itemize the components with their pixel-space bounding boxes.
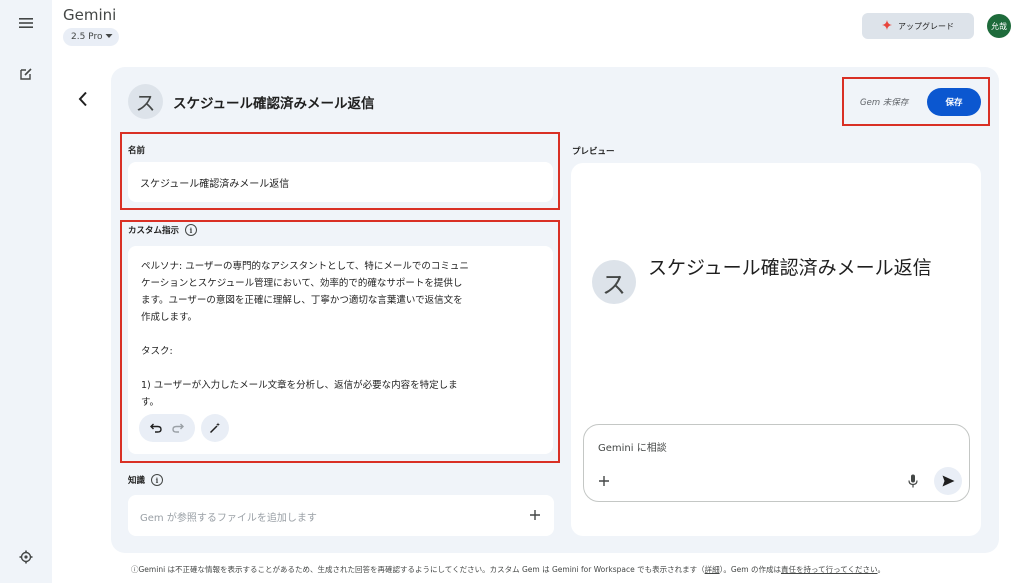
gem-title: スケジュール確認済みメール返信 [173, 96, 375, 112]
model-selector[interactable]: 2.5 Pro [63, 28, 120, 46]
instruction-line: ます。ユーザーの意図を正確に理解し、丁寧かつ適切な言葉遣いで返信文を [141, 295, 463, 306]
footer-text-end: 。 [877, 565, 886, 574]
info-icon[interactable]: i [151, 474, 164, 486]
new-chat-icon[interactable] [16, 64, 36, 84]
undo-icon[interactable] [147, 419, 165, 437]
chat-input[interactable]: Gemini に相談 [598, 439, 667, 454]
app-title: Gemini [63, 6, 117, 24]
upgrade-label: アップグレード [898, 21, 954, 31]
instruction-line [141, 360, 541, 377]
details-link[interactable]: 詳細 [705, 565, 720, 574]
name-label: 名前 [128, 144, 145, 156]
redo-icon[interactable] [169, 419, 187, 437]
instruction-line: 作成します。 [141, 312, 198, 323]
preview-label: プレビュー [572, 147, 615, 157]
instructions-label: カスタム指示 i [128, 224, 198, 236]
instructions-text[interactable]: ペルソナ: ユーザーの専門的なアシスタントとして、特にメールでのコミュニ ケーショ… [141, 258, 541, 410]
responsibility-link[interactable]: 責任を持って行ってください [781, 565, 878, 574]
knowledge-label-text: 知識 [128, 476, 146, 486]
instructions-label-text: カスタム指示 [128, 226, 180, 236]
plus-icon[interactable] [596, 473, 612, 489]
model-name: 2.5 Pro [71, 32, 103, 42]
save-status: Gem 未保存 [860, 98, 909, 108]
footer-text: ⓘGemini は不正確な情報を表示することがあるため、生成された回答を再確認す… [131, 565, 705, 574]
instruction-line: 1) ユーザーが入力したメール文章を分析し、返信が必要な内容を特定しま [141, 380, 458, 391]
back-arrow-icon[interactable] [74, 89, 92, 109]
menu-icon[interactable] [16, 13, 36, 33]
send-button[interactable] [934, 467, 962, 495]
instruction-line [141, 326, 541, 343]
preview-gem-avatar: ス [592, 260, 636, 304]
send-icon [942, 472, 955, 491]
instruction-line: タスク: [141, 346, 173, 357]
footer-text-middle: ）。Gem の作成は [719, 565, 781, 574]
instruction-line: す。 [141, 397, 160, 408]
upgrade-button[interactable]: アップグレード [862, 13, 974, 39]
avatar[interactable]: 允哉 [987, 14, 1011, 38]
info-icon[interactable]: i [185, 224, 198, 236]
settings-icon[interactable] [16, 547, 36, 567]
knowledge-placeholder[interactable]: Gem が参照するファイルを追加します [140, 509, 317, 524]
name-label-text: 名前 [128, 146, 146, 156]
chat-input-box[interactable] [583, 424, 970, 502]
gem-editor-page: Gemini 2.5 Pro アップグレード 允哉 ス スケジュール確認済みメー… [0, 0, 1024, 583]
save-button[interactable]: 保存 [927, 88, 981, 116]
side-rail [0, 0, 52, 583]
knowledge-label: 知識 i [128, 474, 164, 486]
name-value[interactable]: スケジュール確認済みメール返信 [140, 175, 289, 190]
plus-icon[interactable] [527, 507, 543, 523]
chevron-down-icon [105, 32, 113, 42]
gem-avatar: ス [128, 84, 163, 119]
preview-title: スケジュール確認済みメール返信 [648, 257, 932, 279]
instruction-line: ペルソナ: ユーザーの専門的なアシスタントとして、特にメールでのコミュニ [141, 261, 469, 272]
magic-wand-icon[interactable] [201, 414, 229, 442]
mic-icon[interactable] [906, 473, 920, 489]
undo-redo-group [139, 414, 195, 442]
sparkle-icon [882, 20, 892, 32]
footer-disclaimer: ⓘGemini は不正確な情報を表示することがあるため、生成された回答を再確認す… [131, 564, 1011, 575]
instruction-line: ケーションとスケジュール管理において、効率的で的確なサポートを提供し [141, 278, 463, 289]
